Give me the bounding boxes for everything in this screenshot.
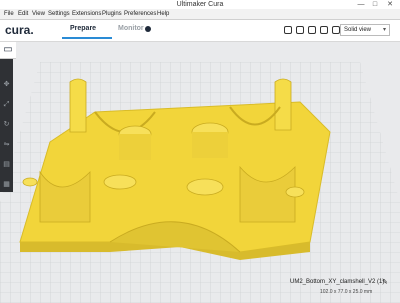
mirror-icon[interactable]: ⇋ <box>2 140 11 149</box>
view-front-icon[interactable] <box>296 26 304 34</box>
edit-icon[interactable]: ✎ <box>382 278 388 286</box>
view-mode-select[interactable]: Solid view ▾ <box>340 24 390 36</box>
menu-settings[interactable]: Settings <box>48 9 70 19</box>
view-top-icon[interactable] <box>308 26 316 34</box>
model-name: UM2_Bottom_XY_clamshell_V2 (1) <box>290 279 385 285</box>
build-plate-viewport[interactable] <box>0 42 400 303</box>
menu-extensions[interactable]: Extensions <box>72 9 101 19</box>
menu-bar: File Edit View Settings Extensions Plugi… <box>0 9 400 20</box>
window-titlebar: Ultimaker Cura — □ ✕ <box>0 0 400 9</box>
view-left-icon[interactable] <box>320 26 328 34</box>
menu-edit[interactable]: Edit <box>18 9 28 19</box>
rotate-icon[interactable]: ↻ <box>2 120 11 129</box>
monitor-status-icon <box>145 26 151 32</box>
close-button[interactable]: ✕ <box>383 0 397 9</box>
support-blocker-icon[interactable]: ▦ <box>2 180 11 189</box>
tab-prepare[interactable]: Prepare <box>70 25 96 32</box>
active-tab-indicator <box>62 37 112 39</box>
tab-monitor[interactable]: Monitor <box>118 25 144 32</box>
menu-preferences[interactable]: Preferences <box>124 9 156 19</box>
menu-view[interactable]: View <box>32 9 45 19</box>
view-right-icon[interactable] <box>332 26 340 34</box>
folder-open-icon[interactable]: ▭ <box>0 42 16 59</box>
tool-panel: ✥ ⤢ ↻ ⇋ ▤ ▦ <box>0 42 13 192</box>
per-model-settings-icon[interactable]: ▤ <box>2 160 11 169</box>
cura-logo: cura. <box>5 23 34 37</box>
chevron-down-icon: ▾ <box>382 27 386 33</box>
menu-file[interactable]: File <box>4 9 14 19</box>
view-3d-icon[interactable] <box>284 26 292 34</box>
header-bar: cura. Prepare Monitor Solid view ▾ <box>0 20 400 42</box>
maximize-button[interactable]: □ <box>368 0 382 9</box>
menu-help[interactable]: Help <box>157 9 169 19</box>
window-title: Ultimaker Cura <box>176 1 224 8</box>
move-icon[interactable]: ✥ <box>2 80 11 89</box>
model-dimensions: 102.0 x 77.0 x 25.0 mm <box>320 289 373 295</box>
minimize-button[interactable]: — <box>354 0 368 9</box>
menu-plugins[interactable]: Plugins <box>102 9 122 19</box>
view-mode-value: Solid view <box>344 27 372 33</box>
scale-icon[interactable]: ⤢ <box>2 100 11 109</box>
